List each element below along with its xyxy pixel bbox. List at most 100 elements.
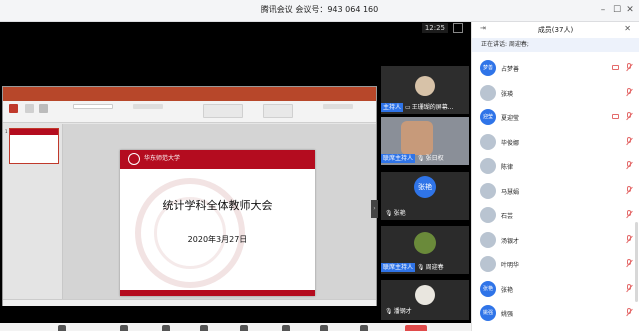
mic-icon: 🎙	[417, 155, 425, 162]
member-name: 马慧娟	[501, 188, 520, 196]
settings-icon[interactable]	[360, 325, 368, 331]
layout-icon	[39, 104, 48, 113]
member-row[interactable]: 石芸	[472, 204, 639, 228]
slide-date: 2020年3月27日	[187, 235, 248, 244]
member-avatar: 迎莹	[480, 109, 496, 125]
record-icon[interactable]	[320, 325, 328, 331]
mic-muted-icon	[626, 234, 633, 245]
paragraph-group	[133, 104, 163, 109]
member-avatar	[480, 133, 496, 150]
member-row[interactable]: 马慧娟	[472, 180, 639, 204]
member-name: 叶明华	[501, 262, 520, 269]
video-tile[interactable]: 主持人 ▭王珊瑚的屏幕...	[381, 66, 469, 114]
member-name: 汤银才	[501, 237, 520, 245]
invite-icon[interactable]	[200, 325, 208, 331]
member-row[interactable]: 陈律	[472, 155, 639, 179]
ppt-title-bar	[3, 87, 376, 95]
member-row[interactable]: 姚强 姚强	[472, 302, 639, 326]
stage-topbar: 12:25	[0, 22, 471, 34]
member-avatar: 姚强	[480, 305, 496, 321]
video-tile[interactable]: 联席主持人 🎙张日权	[381, 117, 469, 165]
member-row[interactable]: 张艳 张艳	[472, 278, 639, 302]
slide-title: 统计学科全体教师大会	[162, 199, 273, 212]
new-slide-icon	[25, 104, 34, 113]
participant-name: 张艳	[393, 210, 406, 217]
participant-name: 张日权	[425, 155, 444, 162]
mic-muted-icon	[626, 136, 633, 147]
paste-icon	[9, 104, 18, 113]
mic-muted-icon	[626, 210, 633, 220]
mic-icon: 🎙	[385, 210, 393, 217]
member-row[interactable]: 梦善 占梦善	[472, 57, 639, 81]
mic-muted-icon	[626, 259, 633, 269]
member-row[interactable]: 张瑛	[472, 82, 639, 106]
mic-icon: 🎙	[417, 264, 425, 271]
fullscreen-icon[interactable]	[453, 23, 463, 33]
speaking-indicator: 正在讲话: 周迎春;	[472, 38, 639, 52]
camera-off-icon	[612, 114, 619, 119]
slide-thumbnail: 1	[5, 128, 59, 164]
font-box	[73, 104, 113, 109]
maximize-icon[interactable]: ☐	[611, 4, 623, 16]
member-avatar	[480, 158, 496, 174]
members-icon[interactable]	[240, 325, 248, 331]
video-tile[interactable]: 张艳 🎙张艳	[381, 172, 469, 220]
meeting-clock: 12:25	[421, 23, 448, 33]
member-name: 毕俊娜	[501, 139, 520, 147]
mute-icon[interactable]	[58, 325, 66, 331]
members-panel-title: 成员(37人)	[537, 26, 574, 34]
share-screen-icon[interactable]	[162, 325, 170, 331]
end-meeting-button[interactable]	[405, 325, 427, 331]
styles-gallery	[263, 104, 293, 118]
member-avatar	[480, 182, 496, 199]
slide-header-band: 华东师范大学	[120, 150, 315, 169]
member-avatar	[480, 84, 496, 101]
member-avatar: 梦善	[480, 60, 496, 76]
participant-video	[401, 121, 433, 155]
member-name: 占梦善	[501, 66, 520, 73]
slide-number: 1	[5, 129, 8, 134]
member-row[interactable]: 毕俊娜	[472, 131, 639, 155]
member-avatar	[480, 256, 496, 272]
member-row[interactable]: 汤银才	[472, 229, 639, 253]
video-tile[interactable]: 🎙潘钢才	[381, 280, 469, 320]
member-name: 姚强	[501, 311, 514, 318]
meeting-window: 腾讯会议 会议号：943 064 160 – ☐ ✕ 12:25 1 华东师范大…	[0, 0, 639, 331]
participant-name: 王珊瑚的屏幕...	[411, 104, 454, 111]
mic-muted-icon	[626, 87, 633, 98]
close-icon[interactable]: ✕	[624, 4, 636, 16]
university-name: 华东师范大学	[144, 155, 181, 162]
slide-editing-area: 华东师范大学 统计学科全体教师大会 2020年3月27日	[63, 124, 376, 299]
slide-footer-band	[120, 290, 315, 296]
participant-name: 潘钢才	[393, 308, 412, 315]
member-avatar	[480, 231, 496, 248]
mic-muted-icon	[626, 283, 633, 294]
mic-muted-icon	[626, 63, 633, 73]
university-logo-icon	[128, 153, 140, 165]
mic-muted-icon	[626, 112, 633, 122]
member-row[interactable]: 迎莹 夏迎莹	[472, 106, 639, 130]
participant-avatar	[415, 76, 435, 96]
panel-scrollbar[interactable]	[635, 222, 638, 302]
member-name: 张艳	[501, 286, 514, 294]
member-name: 陈律	[501, 164, 514, 171]
member-avatar	[480, 207, 496, 223]
cohost-tag: 联席主持人	[381, 263, 416, 272]
meeting-toolbar	[0, 323, 471, 331]
cohost-tag: 联席主持人	[381, 154, 416, 163]
chat-icon[interactable]	[282, 325, 290, 331]
mic-icon: 🎙	[385, 308, 393, 315]
participant-avatar	[415, 285, 435, 305]
window-title: 腾讯会议 会议号：943 064 160	[260, 5, 379, 14]
panel-close-icon[interactable]: ✕	[624, 24, 631, 33]
minimize-icon[interactable]: –	[597, 4, 609, 16]
ppt-ribbon	[3, 101, 376, 123]
shared-powerpoint-window: 1 华东师范大学 统计学科全体教师大会 2020年3月27日	[2, 86, 377, 306]
member-row[interactable]: 叶明华	[472, 253, 639, 277]
video-tile[interactable]: 联席主持人 🎙周迎春	[381, 226, 469, 274]
video-icon[interactable]	[120, 325, 128, 331]
members-panel: ⇥ 成员(37人) ✕ 正在讲话: 周迎春; 梦善 占梦善 张瑛 迎莹 夏迎莹 毕俊娜 陈律…	[471, 22, 639, 331]
member-name: 张瑛	[501, 90, 514, 98]
member-avatar: 张艳	[480, 280, 496, 297]
collapse-video-arrow-icon[interactable]: ›	[371, 200, 378, 218]
